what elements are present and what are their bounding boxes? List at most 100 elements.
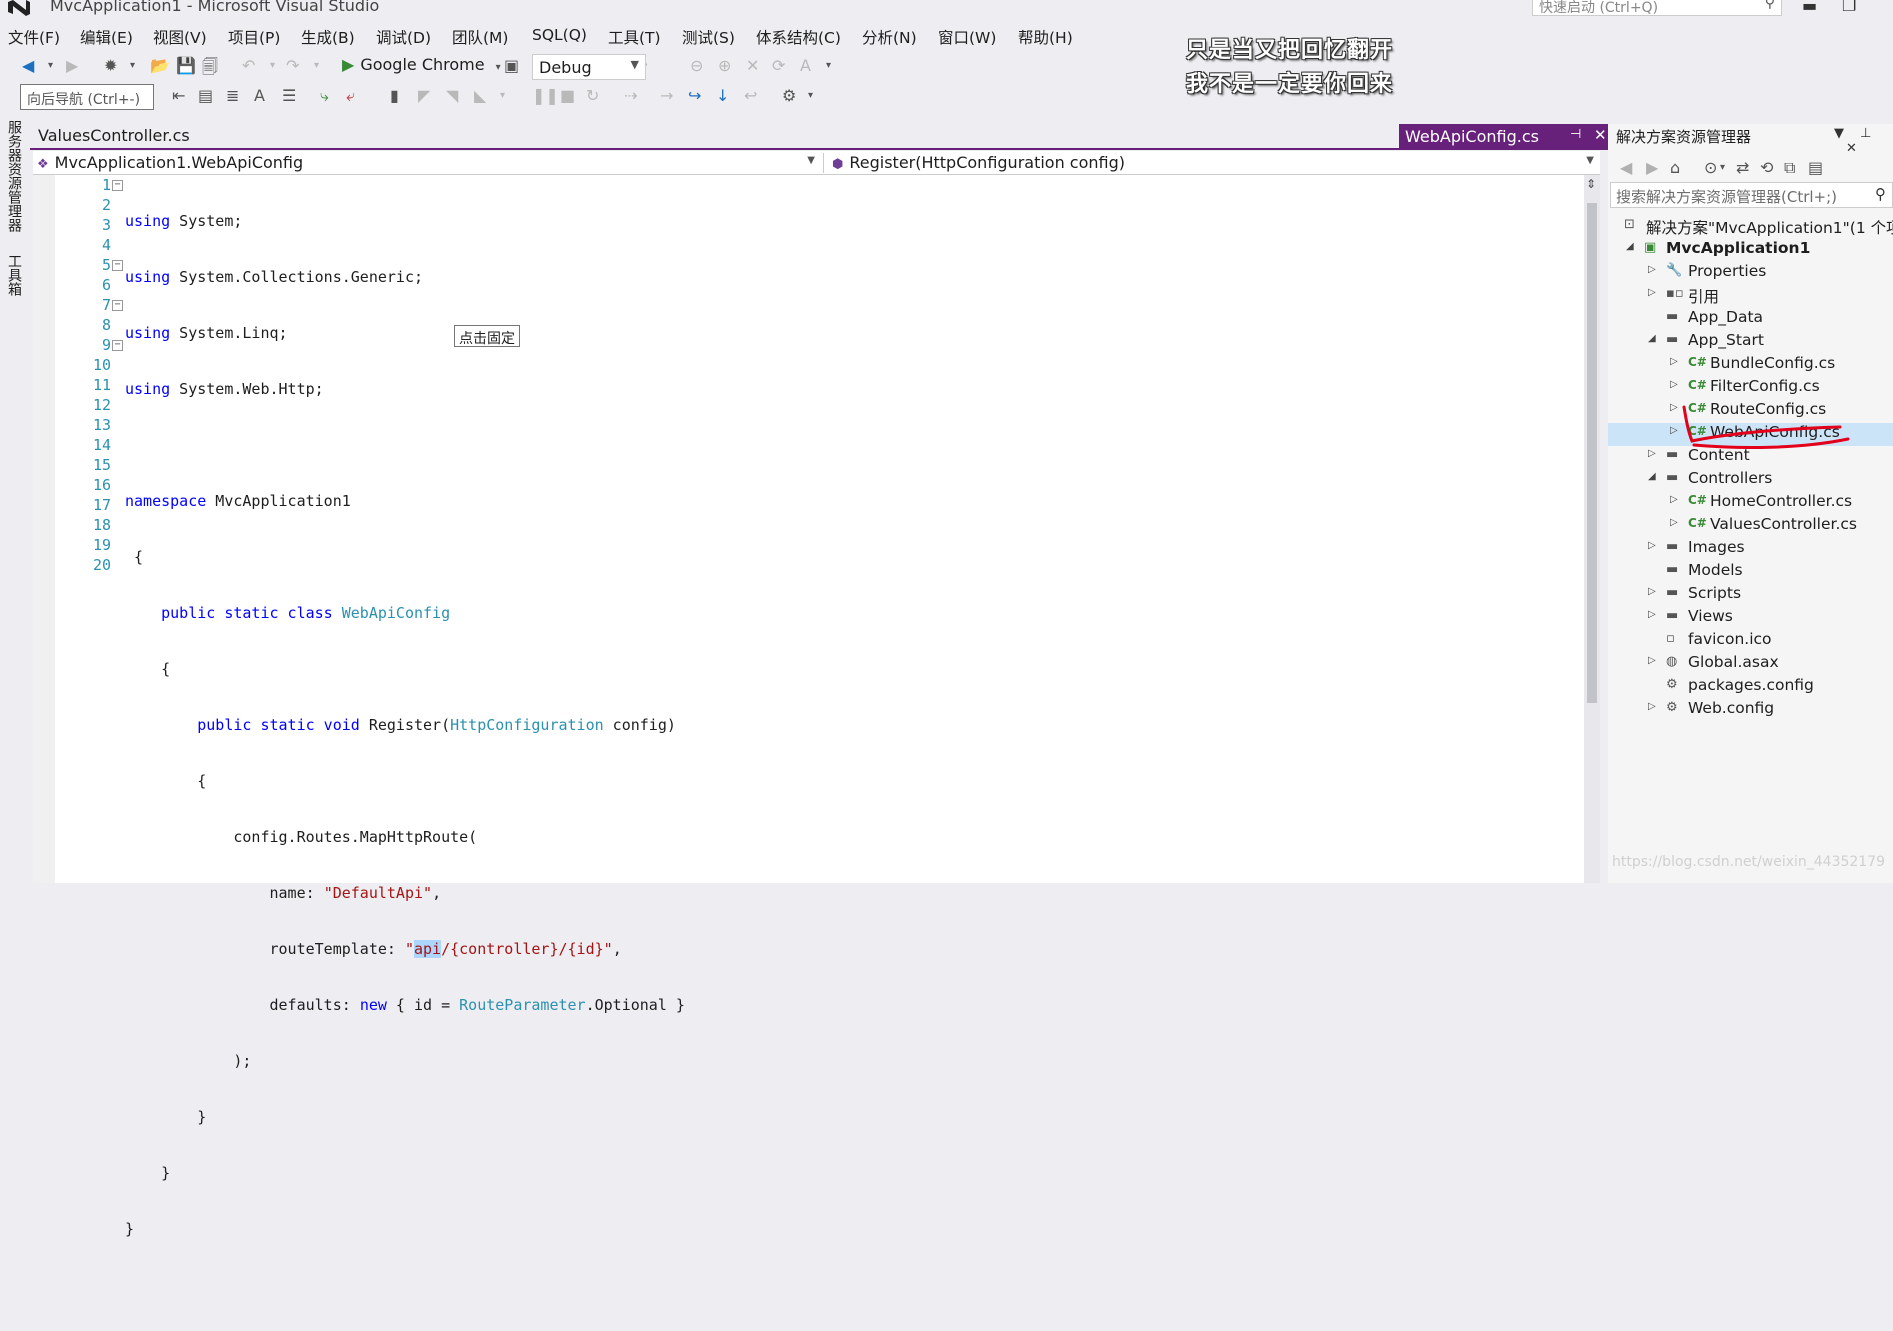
scrollbar-thumb[interactable] <box>1587 203 1597 703</box>
tree-item-app-data[interactable]: ▬ App_Data <box>1608 308 1893 331</box>
collapse-namespace-icon[interactable]: − <box>112 260 123 271</box>
tree-item-packages-config[interactable]: ⚙ packages.config <box>1608 676 1893 699</box>
dropdown-arrow-icon[interactable]: ▾ <box>314 60 319 71</box>
comment-icon[interactable]: ⤷ <box>320 86 329 106</box>
cancel-icon[interactable]: ✕ <box>746 56 759 75</box>
pause-icon[interactable]: ❚❚ <box>532 86 559 105</box>
stop-icon[interactable]: ■ <box>560 86 575 105</box>
menu-architecture[interactable]: 体系结构(C) <box>756 26 841 48</box>
collapsed-icon[interactable]: ▷ <box>1670 402 1678 413</box>
menu-build[interactable]: 生成(B) <box>301 26 355 48</box>
dropdown-arrow-icon[interactable]: ▾ <box>808 90 813 101</box>
undo-icon[interactable]: ↶ <box>242 56 255 75</box>
tree-item-filter-config[interactable]: ▷ C# FilterConfig.cs <box>1608 377 1893 400</box>
sync-icon[interactable]: ⇄ <box>1736 158 1749 177</box>
tree-item-references[interactable]: ▷ ▪▫ 引用 <box>1608 285 1893 308</box>
collapse-class-icon[interactable]: − <box>112 300 123 311</box>
tab-webapi-config[interactable]: WebApiConfig.cs ⊣ ✕ <box>1399 124 1614 150</box>
prev-bookmark-icon[interactable]: ◤ <box>418 86 430 105</box>
collapsed-icon[interactable]: ▷ <box>1648 609 1656 620</box>
tree-item-app-start[interactable]: ◢ ▬ App_Start <box>1608 331 1893 354</box>
split-window-icon[interactable]: ⇕ <box>1586 177 1596 191</box>
collapsed-icon[interactable]: ▷ <box>1670 425 1678 436</box>
collapsed-icon[interactable]: ▷ <box>1648 586 1656 597</box>
dropdown-arrow-icon[interactable]: ▾ <box>130 60 135 71</box>
dropdown-arrow-icon[interactable]: ▾ <box>500 90 505 101</box>
new-project-icon[interactable]: ✹ <box>104 56 117 75</box>
show-all-files-icon[interactable]: ▤ <box>1808 158 1823 177</box>
font-icon[interactable]: A <box>800 56 811 75</box>
tree-item-images[interactable]: ▷ ▬ Images <box>1608 538 1893 561</box>
quick-launch-input[interactable]: 快速启动 (Ctrl+Q) ⚲ <box>1532 0 1782 16</box>
tree-item-global-asax[interactable]: ▷ ◍ Global.asax <box>1608 653 1893 676</box>
expanded-icon[interactable]: ◢ <box>1648 333 1656 344</box>
tab-values-controller[interactable]: ValuesController.cs <box>38 126 190 145</box>
tree-item-content[interactable]: ▷ ▬ Content <box>1608 446 1893 469</box>
history-icon[interactable]: ⊙ <box>1704 158 1717 177</box>
tree-item-route-config[interactable]: ▷ C# RouteConfig.cs <box>1608 400 1893 423</box>
tree-item-properties[interactable]: ▷ 🔧 Properties <box>1608 262 1893 285</box>
pin-icon[interactable]: ⊣ <box>1570 127 1581 142</box>
tree-item-web-config[interactable]: ▷ ⚙ Web.config <box>1608 699 1893 722</box>
step-back-icon[interactable]: ⊖ <box>690 56 703 75</box>
list-members-icon[interactable]: ☰ <box>282 86 296 105</box>
redo-icon[interactable]: ↷ <box>286 56 299 75</box>
tree-item-project[interactable]: ◢ ▣ MvcApplication1 <box>1608 239 1893 262</box>
next-bookmark-icon[interactable]: ◥ <box>446 86 458 105</box>
menu-test[interactable]: 测试(S) <box>682 26 735 48</box>
save-all-icon[interactable]: 🗐 <box>202 56 218 83</box>
back-icon[interactable]: ◀ <box>1620 158 1632 177</box>
forward-icon[interactable]: ▶ <box>1646 158 1658 177</box>
collapsed-icon[interactable]: ▷ <box>1670 517 1678 528</box>
dropdown-arrow-icon[interactable]: ▾ <box>1720 162 1725 173</box>
collapsed-icon[interactable]: ▷ <box>1648 701 1656 712</box>
collapsed-icon[interactable]: ▷ <box>1670 379 1678 390</box>
indent-icon[interactable]: ⇤ <box>172 86 185 105</box>
tree-item-solution[interactable]: ⊡ 解决方案"MvcApplication1"(1 个项 <box>1608 216 1893 239</box>
collapsed-icon[interactable]: ▷ <box>1648 655 1656 666</box>
collapsed-icon[interactable]: ▷ <box>1648 540 1656 551</box>
word-complete-icon[interactable]: A <box>254 86 265 105</box>
type-dropdown[interactable]: ❖ MvcApplication1.WebApiConfig ▼ <box>37 153 819 173</box>
tree-item-controllers[interactable]: ◢ ▬ Controllers <box>1608 469 1893 492</box>
menu-debug[interactable]: 调试(D) <box>376 26 431 48</box>
chevron-down-icon[interactable]: ▼ <box>1834 126 1844 141</box>
toolbox-tab[interactable]: 工具箱 <box>4 254 24 296</box>
indicator-margin[interactable] <box>33 175 55 883</box>
collapse-using-icon[interactable]: − <box>112 180 123 191</box>
menu-file[interactable]: 文件(F) <box>8 26 60 48</box>
step-forward-icon[interactable]: ⊕ <box>718 56 731 75</box>
dropdown-arrow-icon[interactable]: ▾ <box>826 60 831 71</box>
click-to-pin-tooltip[interactable]: 点击固定 <box>454 325 520 347</box>
menu-sql[interactable]: SQL(Q) <box>532 26 587 44</box>
tree-item-webapi-config[interactable]: ▷ C# WebApiConfig.cs <box>1608 423 1893 446</box>
navigate-forward-icon[interactable]: ▶ <box>66 56 78 75</box>
menu-team[interactable]: 团队(M) <box>452 26 508 48</box>
collapsed-icon[interactable]: ▷ <box>1648 448 1656 459</box>
collapsed-icon[interactable]: ▷ <box>1670 494 1678 505</box>
pin-icon[interactable]: ⊥ <box>1860 126 1871 141</box>
uncomment-icon[interactable]: ⤶ <box>346 86 355 106</box>
collapse-all-icon[interactable]: ⧉ <box>1784 158 1795 178</box>
menu-window[interactable]: 窗口(W) <box>938 26 996 48</box>
solution-configuration-select[interactable]: Debug ▼ <box>532 54 646 80</box>
tree-item-bundle-config[interactable]: ▷ C# BundleConfig.cs <box>1608 354 1893 377</box>
refresh-icon[interactable]: ⟳ <box>772 56 785 75</box>
collapsed-icon[interactable]: ▷ <box>1648 287 1656 298</box>
tree-item-scripts[interactable]: ▷ ▬ Scripts <box>1608 584 1893 607</box>
parameter-info-icon[interactable]: ≣ <box>226 86 239 105</box>
menu-project[interactable]: 项目(P) <box>228 26 280 48</box>
tree-item-home-controller[interactable]: ▷ C# HomeController.cs <box>1608 492 1893 515</box>
collapse-method-icon[interactable]: − <box>112 340 123 351</box>
collapsed-icon[interactable]: ▷ <box>1670 356 1678 367</box>
attach-icon[interactable]: ▣ <box>504 56 519 75</box>
tree-item-models[interactable]: ▬ Models <box>1608 561 1893 584</box>
menu-view[interactable]: 视图(V) <box>153 26 207 48</box>
minimize-button[interactable]: ▬ <box>1802 0 1817 15</box>
expanded-icon[interactable]: ◢ <box>1648 471 1656 482</box>
step-out-icon[interactable]: ↩ <box>744 86 757 105</box>
refresh-icon[interactable]: ⟲ <box>1760 158 1773 177</box>
show-next-statement-icon[interactable]: ⇢ <box>624 86 637 105</box>
bookmark-icon[interactable]: ▮ <box>390 86 399 105</box>
dropdown-arrow-icon[interactable]: ▾ <box>48 60 53 71</box>
